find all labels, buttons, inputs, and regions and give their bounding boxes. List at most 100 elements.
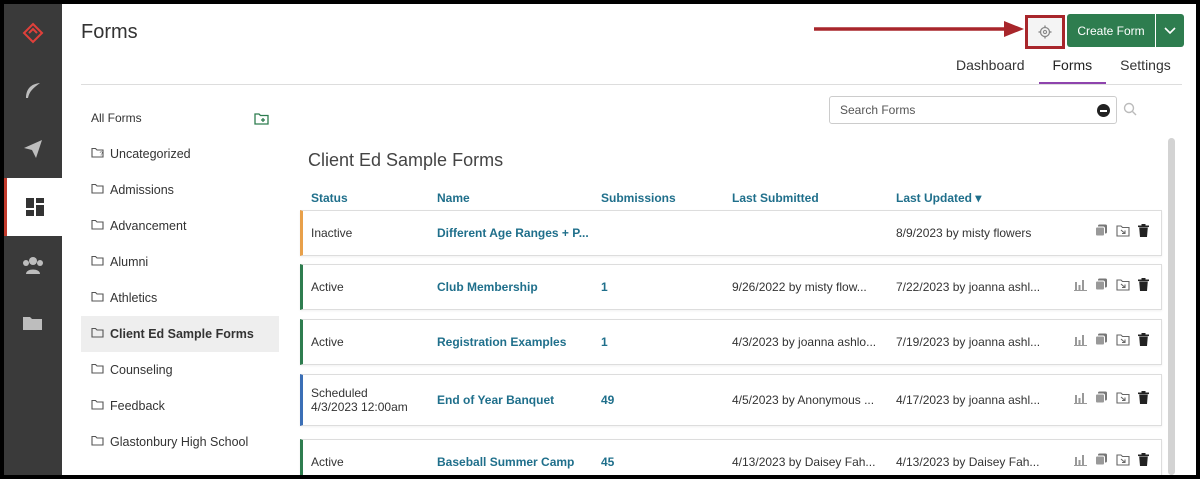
settings-gear-button[interactable] (1025, 15, 1065, 49)
row-name-link[interactable]: Different Age Ranges + P... (437, 211, 589, 255)
row-status: Scheduled 4/3/2023 12:00am (311, 375, 408, 425)
dashboard-icon[interactable] (4, 178, 62, 236)
tab-dashboard[interactable]: Dashboard (942, 56, 1039, 84)
chevron-down-icon (1164, 26, 1176, 34)
folder-item[interactable]: Counseling (81, 352, 279, 388)
row-submissions[interactable]: 1 (601, 320, 608, 364)
folder-icon (91, 435, 104, 449)
folder-icon (91, 363, 104, 377)
header-divider (81, 84, 1182, 85)
row-submissions[interactable]: 1 (601, 265, 608, 309)
folder-label: Client Ed Sample Forms (110, 327, 254, 341)
folder-icon (91, 327, 104, 341)
row-name-link[interactable]: End of Year Banquet (437, 375, 554, 425)
folder-item[interactable]: Athletics (81, 280, 279, 316)
column-last-updated[interactable]: Last Updated ▾ (896, 191, 981, 205)
trash-icon[interactable] (1138, 333, 1149, 351)
move-to-folder-icon[interactable] (1116, 453, 1130, 471)
status-label: Inactive (311, 226, 353, 240)
folder-item[interactable]: Client Ed Sample Forms (81, 316, 279, 352)
move-to-folder-icon[interactable] (1116, 224, 1130, 242)
copy-icon[interactable] (1095, 453, 1108, 471)
trash-icon[interactable] (1138, 278, 1149, 296)
row-actions (1074, 320, 1149, 364)
trash-icon[interactable] (1138, 453, 1149, 471)
table-row[interactable]: Scheduled 4/3/2023 12:00am End of Year Ban… (300, 374, 1162, 426)
row-actions (1074, 440, 1149, 475)
stats-icon[interactable] (1074, 333, 1087, 351)
trash-icon[interactable] (1138, 224, 1149, 242)
annotation-arrow (814, 21, 1024, 37)
move-to-folder-icon[interactable] (1116, 278, 1130, 296)
trash-icon[interactable] (1138, 391, 1149, 409)
folder-label: Uncategorized (110, 147, 191, 161)
section-title: Client Ed Sample Forms (308, 150, 504, 170)
table-row[interactable]: Active Baseball Summer Camp 45 4/13/2023 by… (300, 439, 1162, 475)
folder-icon (91, 399, 104, 413)
all-forms-label: All Forms (91, 111, 142, 125)
row-last-updated: 4/13/2023 by Daisey Fah... (896, 455, 1040, 469)
folder-item[interactable]: Alumni (81, 244, 279, 280)
stats-icon[interactable] (1074, 391, 1087, 409)
search-icon[interactable] (1123, 102, 1137, 116)
all-forms-header[interactable]: All Forms (81, 100, 279, 136)
folder-item[interactable]: Glastonbury High School (81, 424, 279, 460)
folder-question-icon: ? (91, 147, 104, 161)
table-row[interactable]: Inactive Different Age Ranges + P... 8/9/2… (300, 210, 1162, 256)
scrollbar[interactable] (1168, 138, 1175, 475)
logo-icon[interactable] (4, 4, 62, 62)
tab-settings[interactable]: Settings (1106, 56, 1185, 84)
gear-icon (1038, 25, 1052, 39)
stats-icon[interactable] (1074, 278, 1087, 296)
tab-forms[interactable]: Forms (1038, 56, 1107, 84)
column-name[interactable]: Name (437, 191, 470, 205)
folder-label: Admissions (110, 183, 174, 197)
folder-item[interactable]: Admissions (81, 172, 279, 208)
users-icon[interactable] (4, 236, 62, 294)
folder-item[interactable]: ? Uncategorized (81, 136, 279, 172)
table-row[interactable]: Active Registration Examples 1 4/3/2023 by … (300, 319, 1162, 365)
scrollbar-thumb[interactable] (1168, 138, 1175, 475)
page-title: Forms (81, 21, 138, 43)
row-name-link[interactable]: Baseball Summer Camp (437, 440, 574, 475)
column-submissions[interactable]: Submissions (601, 191, 676, 205)
table-row[interactable]: Active Club Membership 1 9/26/2022 by misty… (300, 264, 1162, 310)
create-form-dropdown-button[interactable] (1156, 14, 1184, 47)
row-last-updated: 7/19/2023 by joanna ashl... (896, 335, 1041, 349)
copy-icon[interactable] (1095, 333, 1108, 351)
send-icon[interactable] (4, 120, 62, 178)
row-status: Inactive (311, 211, 352, 255)
stats-icon[interactable] (1074, 453, 1087, 471)
folder-icon (91, 183, 104, 197)
column-last-submitted[interactable]: Last Submitted (732, 191, 819, 205)
row-name-link[interactable]: Club Membership (437, 265, 538, 309)
folder-label: Counseling (110, 363, 173, 377)
folder-icon (91, 219, 104, 233)
folder-label: Feedback (110, 399, 165, 413)
feather-icon[interactable] (4, 62, 62, 120)
move-to-folder-icon[interactable] (1116, 333, 1130, 351)
row-last-submitted: 4/3/2023 by joanna ashlo... (732, 335, 877, 349)
clear-search-icon[interactable] (1097, 104, 1110, 117)
row-submissions[interactable]: 45 (601, 440, 614, 475)
folder-open-icon[interactable] (4, 294, 62, 352)
copy-icon[interactable] (1095, 224, 1108, 242)
copy-icon[interactable] (1095, 391, 1108, 409)
copy-icon[interactable] (1095, 278, 1108, 296)
folder-item[interactable]: Feedback (81, 388, 279, 424)
status-label: Active (311, 335, 344, 349)
search-placeholder: Search Forms (840, 103, 916, 117)
row-status: Active (311, 440, 344, 475)
folder-item[interactable]: Advancement (81, 208, 279, 244)
move-to-folder-icon[interactable] (1116, 391, 1130, 409)
row-last-submitted: 4/5/2023 by Anonymous ... (732, 393, 875, 407)
column-status[interactable]: Status (311, 191, 348, 205)
add-folder-icon[interactable] (254, 112, 269, 125)
row-submissions[interactable]: 49 (601, 375, 614, 425)
row-name-link[interactable]: Registration Examples (437, 320, 566, 364)
folder-label: Glastonbury High School (110, 435, 249, 449)
search-input[interactable]: Search Forms (829, 96, 1117, 124)
create-form-button[interactable]: Create Form (1067, 14, 1155, 47)
status-label: Scheduled (311, 386, 368, 400)
row-last-updated: 4/17/2023 by joanna ashl... (896, 393, 1041, 407)
